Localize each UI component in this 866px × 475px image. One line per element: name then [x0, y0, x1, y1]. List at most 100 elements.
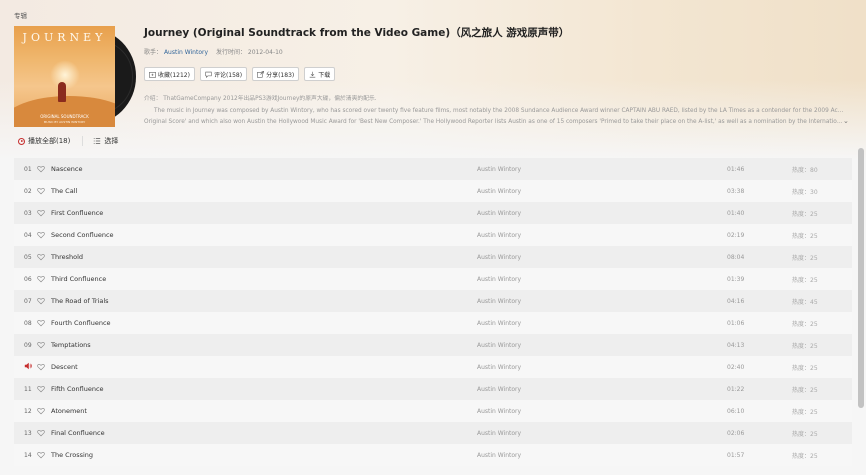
track-title[interactable]: Fourth Confluence	[51, 319, 111, 327]
track-title[interactable]: The Call	[51, 187, 77, 195]
track-title[interactable]: The Road of Trials	[51, 297, 109, 305]
track-artist[interactable]: Austin Wintory	[477, 210, 521, 217]
heat-label: 热度：	[792, 364, 811, 372]
collect-button[interactable]: 收藏(1212)	[144, 67, 195, 81]
heart-icon[interactable]	[37, 209, 45, 217]
track-title[interactable]: Nascence	[51, 165, 83, 173]
track-number: 05	[24, 253, 32, 261]
cover-subtitle-composer: MUSIC BY AUSTIN WINTORY	[43, 120, 86, 124]
heat-value: 45	[810, 298, 818, 306]
track-duration: 01:06	[727, 319, 745, 327]
track-title[interactable]: Second Confluence	[51, 231, 114, 239]
track-list: 01 Nascence Austin Wintory 01:46 热度：80 02 The …	[14, 158, 852, 466]
track-row[interactable]: 02 The Call Austin Wintory 03:38 热度：30	[14, 180, 852, 202]
heart-icon[interactable]	[37, 363, 45, 371]
track-row[interactable]: 05 Threshold Austin Wintory 08:04 热度：25	[14, 246, 852, 268]
folder-plus-icon	[149, 71, 156, 78]
heart-icon[interactable]	[37, 275, 45, 283]
track-artist[interactable]: Austin Wintory	[477, 342, 521, 349]
track-artist[interactable]: Austin Wintory	[477, 188, 521, 195]
track-artist[interactable]: Austin Wintory	[477, 364, 521, 371]
track-title[interactable]: Threshold	[51, 253, 83, 261]
share-button[interactable]: 分享(183)	[252, 67, 300, 81]
heart-icon[interactable]	[37, 429, 45, 437]
cover-logo: JOURNEY	[22, 31, 107, 44]
track-heat: 热度：25	[792, 407, 818, 416]
heart-icon[interactable]	[37, 187, 45, 195]
track-duration: 03:38	[727, 187, 745, 195]
download-button[interactable]: 下载	[304, 67, 336, 81]
track-title[interactable]: Third Confluence	[51, 275, 106, 283]
track-heat: 热度：25	[792, 451, 818, 460]
track-duration: 01:57	[727, 451, 745, 459]
heat-value: 25	[810, 232, 818, 240]
track-heat: 热度：25	[792, 429, 818, 438]
heart-icon[interactable]	[37, 341, 45, 349]
track-artist[interactable]: Austin Wintory	[477, 452, 521, 459]
track-duration: 01:40	[727, 209, 745, 217]
track-artist[interactable]: Austin Wintory	[477, 232, 521, 239]
comment-button[interactable]: 评论(158)	[199, 67, 248, 81]
heart-icon[interactable]	[37, 231, 45, 239]
track-heat: 热度：25	[792, 209, 818, 218]
track-row[interactable]: 12 Atonement Austin Wintory 06:10 热度：25	[14, 400, 852, 422]
heat-value: 25	[810, 320, 818, 328]
track-duration: 02:19	[727, 231, 745, 239]
track-row[interactable]: 08 Fourth Confluence Austin Wintory 01:06 热度…	[14, 312, 852, 334]
artist-link[interactable]: Austin Wintory	[164, 49, 208, 56]
track-heat: 热度：25	[792, 231, 818, 240]
album-cover[interactable]: JOURNEY ORIGINAL SOUNDTRACK MUSIC BY AUS…	[14, 26, 115, 127]
track-artist[interactable]: Austin Wintory	[477, 254, 521, 261]
track-row[interactable]: 13 Final Confluence Austin Wintory 02:06 热度：…	[14, 422, 852, 444]
select-button[interactable]: 选择	[93, 136, 118, 146]
heart-icon[interactable]	[37, 407, 45, 415]
track-row[interactable]: 11 Fifth Confluence Austin Wintory 01:22 热度：…	[14, 378, 852, 400]
heart-icon[interactable]	[37, 165, 45, 173]
now-playing-speaker-icon	[24, 362, 32, 372]
track-row[interactable]: 04 Second Confluence Austin Wintory 02:19 热度…	[14, 224, 852, 246]
scrollbar-thumb[interactable]	[858, 148, 864, 408]
release-date: 2012-04-10	[247, 49, 283, 56]
track-row[interactable]: 14 The Crossing Austin Wintory 01:57 热度：25	[14, 444, 852, 466]
track-title[interactable]: The Crossing	[51, 451, 93, 459]
section-label: 专辑	[14, 12, 27, 20]
track-artist[interactable]: Austin Wintory	[477, 298, 521, 305]
track-artist[interactable]: Austin Wintory	[477, 166, 521, 173]
heat-value: 25	[810, 364, 818, 372]
track-row[interactable]: 03 First Confluence Austin Wintory 01:40 热度：…	[14, 202, 852, 224]
heart-icon[interactable]	[37, 319, 45, 327]
track-row[interactable]: 07 The Road of Trials Austin Wintory 04:16 热…	[14, 290, 852, 312]
track-row[interactable]: Descent Austin Wintory 02:40 热度：25	[14, 356, 852, 378]
heart-icon[interactable]	[37, 297, 45, 305]
cover-subtitle: ORIGINAL SOUNDTRACK	[40, 114, 89, 119]
track-title[interactable]: Fifth Confluence	[51, 385, 104, 393]
track-artist[interactable]: Austin Wintory	[477, 276, 521, 283]
track-row[interactable]: 09 Temptations Austin Wintory 04:13 热度：25	[14, 334, 852, 356]
heat-label: 热度：	[792, 452, 811, 460]
track-artist[interactable]: Austin Wintory	[477, 430, 521, 437]
heat-value: 25	[810, 254, 818, 262]
description-line-3: Original Score' and which also won Austi…	[144, 119, 844, 125]
collect-label: 收藏(1212)	[158, 71, 190, 79]
track-artist[interactable]: Austin Wintory	[477, 386, 521, 393]
track-title[interactable]: Descent	[51, 363, 78, 371]
heart-icon[interactable]	[37, 451, 45, 459]
track-title[interactable]: First Confluence	[51, 209, 103, 217]
track-row[interactable]: 06 Third Confluence Austin Wintory 01:39 热度：…	[14, 268, 852, 290]
expand-description-chevron-icon[interactable]: ⌄	[843, 117, 849, 125]
track-number: 04	[24, 231, 32, 239]
track-row[interactable]: 01 Nascence Austin Wintory 01:46 热度：80	[14, 158, 852, 180]
heat-value: 25	[810, 408, 818, 416]
track-title[interactable]: Final Confluence	[51, 429, 105, 437]
play-all-button[interactable]: 播放全部(18)	[18, 136, 70, 146]
heat-label: 热度：	[792, 188, 811, 196]
track-title[interactable]: Atonement	[51, 407, 87, 415]
track-heat: 热度：25	[792, 319, 818, 328]
share-label: 分享(183)	[266, 71, 295, 79]
heart-icon[interactable]	[37, 253, 45, 261]
track-artist[interactable]: Austin Wintory	[477, 408, 521, 415]
track-artist[interactable]: Austin Wintory	[477, 320, 521, 327]
select-label: 选择	[104, 137, 119, 145]
track-title[interactable]: Temptations	[51, 341, 91, 349]
heart-icon[interactable]	[37, 385, 45, 393]
